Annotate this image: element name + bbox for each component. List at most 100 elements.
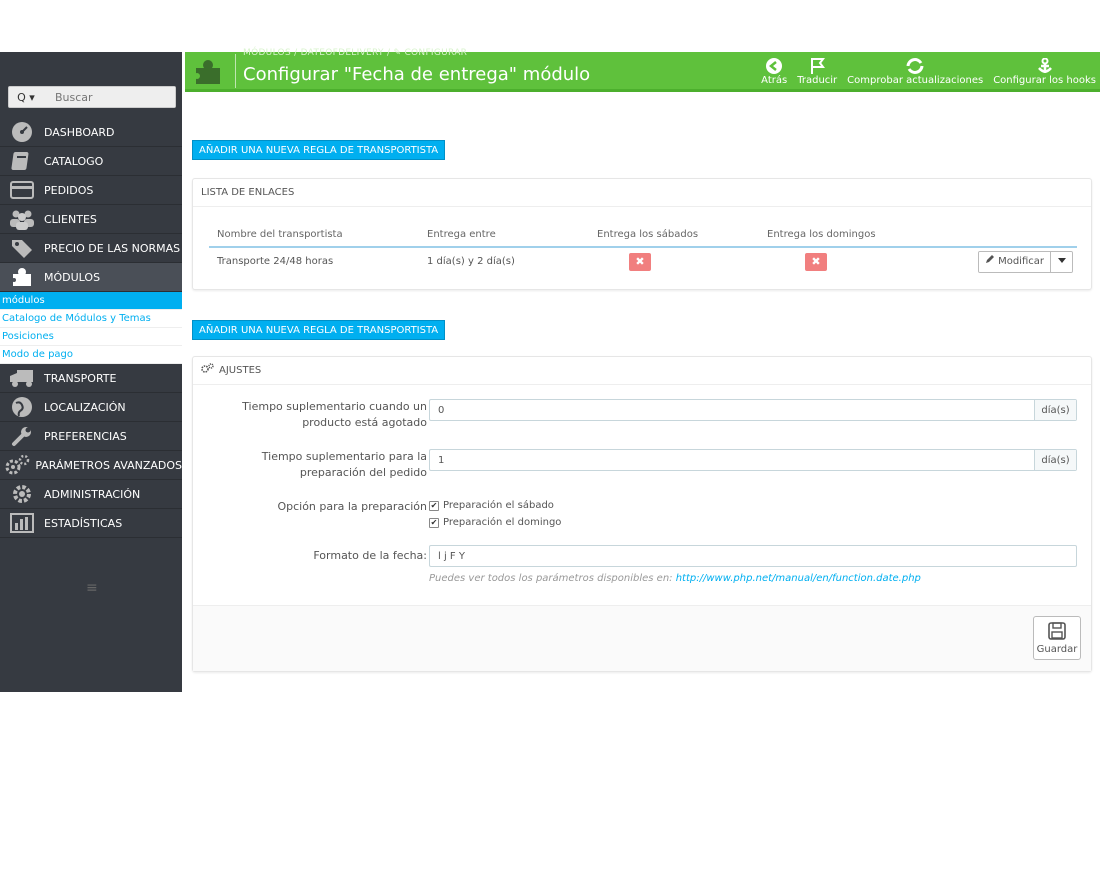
submenu-item-positions[interactable]: Posiciones bbox=[0, 328, 182, 346]
row-actions-dropdown[interactable] bbox=[1050, 251, 1072, 272]
sidebar-item-administration[interactable]: ADMINISTRACIÓN bbox=[0, 480, 182, 509]
sidebar-item-modules[interactable]: MÓDULOS bbox=[0, 263, 182, 292]
sidebar-collapse-icon[interactable]: ≡ bbox=[86, 580, 98, 596]
puzzle-icon bbox=[193, 56, 223, 86]
tool-label: Comprobar actualizaciones bbox=[847, 75, 984, 86]
sidebar-item-label: TRANSPORTE bbox=[44, 371, 117, 385]
sidebar-item-label: PREFERENCIAS bbox=[44, 429, 127, 443]
sidebar-item-price-rules[interactable]: PRECIO DE LAS NORMAS bbox=[0, 234, 182, 263]
truck-icon bbox=[0, 368, 44, 388]
book-icon bbox=[0, 150, 44, 172]
puzzle-icon bbox=[0, 266, 44, 288]
carrier-rules-table: Nombre del transportista Entrega entre E… bbox=[209, 223, 1077, 275]
search-type-button[interactable]: Q ▾ bbox=[9, 87, 43, 107]
back-button[interactable]: Atrás bbox=[761, 58, 787, 86]
search-button-label: Q ▾ bbox=[17, 90, 35, 104]
sidebar-item-catalog[interactable]: CATALOGO bbox=[0, 147, 182, 176]
tool-label: Traducir bbox=[797, 75, 838, 86]
panel-heading-text: AJUSTES bbox=[219, 364, 262, 376]
edit-button[interactable]: Modificar bbox=[979, 251, 1050, 272]
prep-option-label: Opción para la preparación bbox=[277, 500, 427, 513]
saturday-prep-option[interactable]: ✔ Preparación el sábado bbox=[429, 500, 554, 511]
date-format-help: Puedes ver todos los parámetros disponib… bbox=[429, 573, 921, 584]
translate-button[interactable]: Traducir bbox=[797, 58, 837, 86]
caret-down-icon bbox=[1057, 256, 1066, 267]
preparation-label: Tiempo suplementario para la preparación… bbox=[261, 450, 427, 479]
sunday-prep-label: Preparación el domingo bbox=[443, 517, 562, 528]
checkbox-checked-icon[interactable]: ✔ bbox=[429, 517, 439, 528]
checkbox-checked-icon[interactable]: ✔ bbox=[429, 500, 439, 511]
sidebar-item-label: ADMINISTRACIÓN bbox=[44, 487, 141, 501]
add-carrier-rule-button-2[interactable]: AÑADIR UNA NUEVA REGLA DE TRANSPORTISTA bbox=[192, 320, 446, 340]
date-format-input[interactable] bbox=[430, 546, 1076, 566]
sidebar-item-localization[interactable]: LOCALIZACIÓN bbox=[0, 393, 182, 422]
date-format-group bbox=[429, 545, 1077, 567]
php-date-docs-link[interactable]: http://www.php.net/manual/en/function.da… bbox=[676, 573, 921, 584]
links-panel: LISTA DE ENLACES Nombre del transportist… bbox=[192, 178, 1092, 290]
modules-submenu: módulos Catalogo de Módulos y Temas Posi… bbox=[0, 292, 182, 364]
credit-card-icon bbox=[0, 180, 44, 200]
refresh-icon bbox=[904, 58, 926, 75]
sidebar-item-advanced-parameters[interactable]: PARÁMETROS AVANZADOS bbox=[0, 451, 182, 480]
col-header: Nombre del transportista bbox=[209, 223, 419, 248]
close-icon: ✖ bbox=[629, 252, 651, 271]
sunday-cell: ✖ bbox=[759, 247, 949, 275]
preparation-group: día(s) bbox=[429, 449, 1077, 471]
cogs-icon bbox=[201, 357, 215, 385]
pencil-icon bbox=[985, 252, 995, 272]
table-row: Transporte 24/48 horas 1 día(s) y 2 día(… bbox=[209, 247, 1077, 275]
tool-label: Configurar los hooks bbox=[993, 75, 1096, 86]
sunday-prep-option[interactable]: ✔ Preparación el domingo bbox=[429, 517, 561, 528]
unit-addon: día(s) bbox=[1034, 450, 1076, 470]
anchor-icon bbox=[1035, 58, 1055, 75]
breadcrumb: MÓDULOS / DATEOFDELIVERY / ✎ CONFIGURAR bbox=[243, 48, 468, 58]
dashboard-icon bbox=[0, 121, 44, 143]
submenu-item-modules[interactable]: módulos bbox=[0, 292, 182, 310]
sidebar-item-dashboard[interactable]: DASHBOARD bbox=[0, 118, 182, 147]
close-icon: ✖ bbox=[805, 252, 827, 271]
settings-panel: AJUSTES Tiempo suplementario cuando un p… bbox=[192, 356, 1092, 672]
add-carrier-rule-button[interactable]: AÑADIR UNA NUEVA REGLA DE TRANSPORTISTA bbox=[192, 140, 446, 160]
sidebar-item-label: PARÁMETROS AVANZADOS bbox=[35, 458, 182, 472]
sidebar-item-stats[interactable]: ESTADÍSTICAS bbox=[0, 509, 182, 538]
col-header: Entrega los domingos bbox=[759, 223, 949, 248]
actions-cell: Modificar bbox=[949, 247, 1077, 275]
tool-label: Atrás bbox=[761, 75, 788, 86]
sidebar-item-label: ESTADÍSTICAS bbox=[44, 516, 123, 530]
preparation-input[interactable] bbox=[430, 450, 1034, 470]
sidebar-item-shipping[interactable]: TRANSPORTE bbox=[0, 364, 182, 393]
panel-footer: Guardar bbox=[193, 605, 1091, 671]
sidebar-item-label: PEDIDOS bbox=[44, 183, 94, 197]
app-frame: Q ▾ DASHBOARD CATALOGO PEDIDO bbox=[0, 48, 1100, 692]
check-updates-button[interactable]: Comprobar actualizaciones bbox=[847, 58, 983, 86]
saturday-prep-label: Preparación el sábado bbox=[443, 500, 554, 511]
bar-chart-icon bbox=[0, 513, 44, 533]
carrier-name-cell: Transporte 24/48 horas bbox=[217, 256, 334, 267]
header-toolbar: Atrás Traducir Comprobar actualizaciones… bbox=[761, 52, 1096, 86]
submenu-item-payment[interactable]: Modo de pago bbox=[0, 346, 182, 364]
out-of-stock-group: día(s) bbox=[429, 399, 1077, 421]
configure-hooks-button[interactable]: Configurar los hooks bbox=[993, 58, 1096, 86]
submenu-item-catalog-modules[interactable]: Catalogo de Módulos y Temas bbox=[0, 310, 182, 328]
edit-label: Modificar bbox=[998, 255, 1044, 267]
main-nav: DASHBOARD CATALOGO PEDIDOS CLIENTES PREC… bbox=[0, 118, 182, 538]
wrench-icon bbox=[0, 425, 44, 447]
sidebar-item-label: CLIENTES bbox=[44, 212, 97, 226]
cogs-icon bbox=[0, 454, 35, 476]
col-header bbox=[949, 223, 1077, 248]
sidebar-item-preferences[interactable]: PREFERENCIAS bbox=[0, 422, 182, 451]
search-input[interactable] bbox=[43, 87, 175, 107]
out-of-stock-input[interactable] bbox=[430, 400, 1034, 420]
sidebar: Q ▾ DASHBOARD CATALOGO PEDIDO bbox=[0, 52, 182, 692]
sidebar-item-customers[interactable]: CLIENTES bbox=[0, 205, 182, 234]
panel-heading: LISTA DE ENLACES bbox=[193, 179, 1091, 207]
sidebar-item-label: CATALOGO bbox=[44, 154, 104, 168]
table-header-row: Nombre del transportista Entrega entre E… bbox=[209, 223, 1077, 248]
globe-icon bbox=[0, 396, 44, 418]
unit-addon: día(s) bbox=[1034, 400, 1076, 420]
date-format-label: Formato de la fecha: bbox=[313, 549, 427, 562]
help-text: Puedes ver todos los parámetros disponib… bbox=[429, 573, 676, 584]
delivery-between-cell: 1 día(s) y 2 día(s) bbox=[427, 256, 515, 267]
save-button[interactable]: Guardar bbox=[1033, 616, 1081, 660]
sidebar-item-orders[interactable]: PEDIDOS bbox=[0, 176, 182, 205]
